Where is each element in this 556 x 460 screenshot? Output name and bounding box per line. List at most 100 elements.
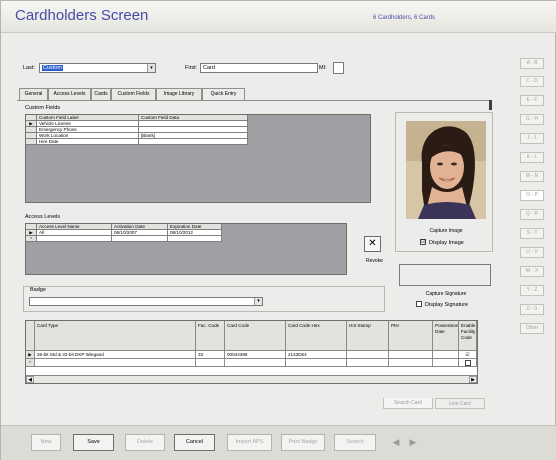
- display-image-checkbox[interactable]: ☑: [420, 239, 426, 245]
- revoke-label: Revoke: [366, 258, 383, 264]
- table-cell[interactable]: [196, 359, 225, 367]
- enable-facility-checkbox[interactable]: ☑: [459, 351, 477, 359]
- new-button[interactable]: New: [31, 434, 61, 451]
- cardholder-photo: [406, 121, 486, 219]
- badge-label: Badge: [30, 287, 46, 293]
- alpha-index-a-b[interactable]: A - B: [520, 58, 544, 69]
- alpha-index-g-h[interactable]: G - H: [520, 114, 544, 125]
- table-cell[interactable]: [347, 359, 389, 367]
- table-cell[interactable]: 33: [196, 351, 225, 359]
- column-header: Fac. Code: [196, 321, 225, 351]
- next-record-icon[interactable]: ▶: [406, 434, 420, 451]
- signature-box: [399, 264, 491, 286]
- last-name-combo[interactable]: Custom ▾: [39, 63, 156, 73]
- display-signature-label: Display Signature: [425, 302, 469, 308]
- table-cell[interactable]: [37, 236, 112, 242]
- alpha-index-y-z[interactable]: Y - Z: [520, 285, 544, 296]
- alpha-index-c-d[interactable]: C - D: [520, 76, 544, 87]
- display-image-label: Display Image: [429, 240, 464, 246]
- table-cell[interactable]: 26-bit Std & 33-bit DKP Wiegand: [35, 351, 196, 359]
- column-header: Card Type: [35, 321, 196, 351]
- middle-initial-field[interactable]: [333, 62, 344, 74]
- horizontal-scrollbar[interactable]: ◀ ▶: [26, 375, 477, 383]
- enable-facility-checkbox[interactable]: [459, 359, 477, 367]
- display-signature-checkbox[interactable]: [416, 301, 422, 307]
- tab-general[interactable]: General: [19, 88, 48, 100]
- alpha-index-m-n[interactable]: M - N: [520, 171, 544, 182]
- tab-custom-fields[interactable]: Custom Fields: [111, 88, 156, 100]
- custom-fields-grid: Custom Field Label Custom Field Data ▶ V…: [25, 114, 371, 203]
- table-cell[interactable]: 00044388: [225, 351, 286, 359]
- table-cell[interactable]: [286, 359, 347, 367]
- search-button[interactable]: Search: [334, 434, 376, 451]
- tab-search-card[interactable]: Search Card: [383, 398, 433, 409]
- table-cell[interactable]: [433, 359, 459, 367]
- table-cell[interactable]: [433, 351, 459, 359]
- alpha-index-other[interactable]: Other: [520, 323, 544, 334]
- alpha-index-0-9[interactable]: 0 - 9: [520, 304, 544, 315]
- tab-cards[interactable]: Cards: [91, 88, 111, 100]
- alpha-index-q-r[interactable]: Q - R: [520, 209, 544, 220]
- alpha-index-u-v[interactable]: U - V: [520, 247, 544, 258]
- alpha-index-e-f[interactable]: E - F: [520, 95, 544, 106]
- column-header: Possession Date: [433, 321, 459, 351]
- alpha-index-k-l[interactable]: K - L: [520, 152, 544, 163]
- table-cell[interactable]: [389, 351, 433, 359]
- cardholders-window: Cardholders Screen 6 Cardholders, 6 Card…: [0, 0, 556, 460]
- name-row: Last: Custom ▾ First: Card MI:: [17, 55, 510, 83]
- column-header: Card Code Hex: [286, 321, 347, 351]
- column-header: PIN: [389, 321, 433, 351]
- badge-combo[interactable]: ▾: [29, 297, 263, 306]
- new-row-marker: *: [26, 236, 37, 242]
- delete-button[interactable]: Delete: [125, 434, 165, 451]
- table-cell[interactable]: [112, 236, 168, 242]
- table-cell[interactable]: [168, 236, 222, 242]
- save-button[interactable]: Save: [73, 434, 114, 451]
- first-name-field[interactable]: Card: [200, 63, 318, 73]
- cardholder-count: 6 Cardholders, 6 Cards: [373, 15, 436, 21]
- middle-initial-label: MI:: [319, 65, 327, 71]
- scroll-right-icon[interactable]: ▶: [469, 376, 477, 383]
- row-header: [26, 139, 37, 145]
- tab-live-card[interactable]: Live Card: [435, 398, 485, 409]
- table-cell[interactable]: [347, 351, 389, 359]
- table-cell[interactable]: [139, 139, 248, 145]
- table-cell[interactable]: [225, 359, 286, 367]
- cancel-button[interactable]: Cancel: [174, 434, 215, 451]
- cards-grid: Card Type Fac. Code Card Code Card Code …: [25, 320, 478, 384]
- column-header: Hot Stamp: [347, 321, 389, 351]
- alpha-index-i-j[interactable]: I - J: [520, 133, 544, 144]
- close-icon: ✕: [368, 238, 377, 249]
- table-cell: Hire Date: [37, 139, 139, 145]
- alpha-index-s-t[interactable]: S - T: [520, 228, 544, 239]
- last-name-label: Last:: [23, 65, 35, 71]
- alpha-index-o-p[interactable]: O - P: [520, 190, 544, 201]
- custom-fields-label: Custom Fields: [25, 105, 61, 111]
- column-header: Enable Facility Code: [459, 321, 477, 351]
- row-header-corner: [26, 321, 35, 351]
- portrait-image: [406, 121, 486, 219]
- first-name-label: First:: [185, 65, 198, 71]
- title-bar: Cardholders Screen 6 Cardholders, 6 Card…: [1, 1, 556, 33]
- print-badge-button[interactable]: Print Badge: [281, 434, 325, 451]
- tab-image-library[interactable]: Image Library: [156, 88, 202, 100]
- capture-signature-button[interactable]: Capture Signature: [405, 290, 487, 298]
- revoke-button[interactable]: ✕: [364, 236, 381, 252]
- previous-record-icon[interactable]: ◀: [389, 434, 403, 451]
- table-cell[interactable]: [389, 359, 433, 367]
- tab-access-levels[interactable]: Access Levels: [48, 88, 91, 100]
- import-aps-button[interactable]: Import APS: [227, 434, 272, 451]
- new-row-marker: *: [26, 359, 35, 367]
- chevron-down-icon[interactable]: ▾: [147, 64, 155, 72]
- table-cell[interactable]: 2143D64: [286, 351, 347, 359]
- column-header: Card Code: [225, 321, 286, 351]
- capture-image-button[interactable]: Capture Image: [405, 227, 487, 235]
- row-pointer-icon: ▶: [26, 351, 35, 359]
- chevron-down-icon[interactable]: ▾: [254, 298, 262, 305]
- scroll-left-icon[interactable]: ◀: [26, 376, 34, 383]
- checkbox-box[interactable]: [464, 360, 471, 366]
- table-cell[interactable]: [35, 359, 196, 367]
- access-levels-label: Access Levels: [25, 214, 61, 220]
- access-levels-grid: Access Level Name Activation Date Expira…: [25, 223, 347, 275]
- alpha-index-w-x[interactable]: W - X: [520, 266, 544, 277]
